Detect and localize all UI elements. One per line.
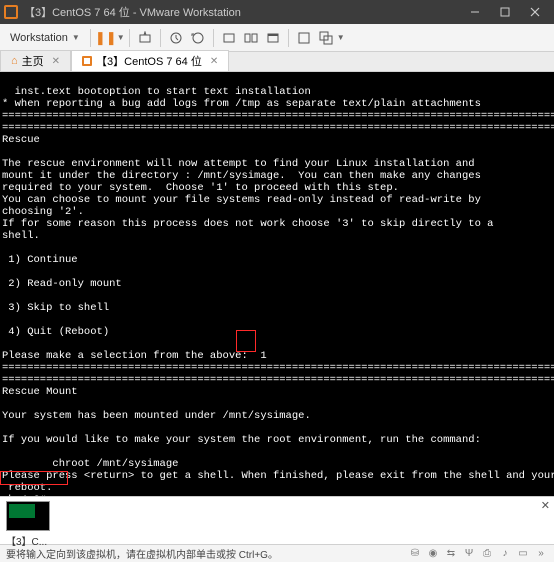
statusbar-hint: 要将输入定向到该虚拟机，请在虚拟机内部单击或按 Ctrl+G。 — [6, 546, 408, 561]
tabs: ⌂ 主页 ✕ 【3】CentOS 7 64 位 ✕ — [0, 52, 554, 72]
chevron-down-icon[interactable]: ▼ — [337, 33, 345, 42]
printer-icon[interactable]: ⎙ — [480, 548, 494, 559]
chevron-down-icon[interactable]: ▼ — [117, 33, 125, 42]
app-icon — [4, 5, 18, 19]
disk-icon[interactable]: ⛁ — [408, 548, 422, 559]
terminal[interactable]: inst.text bootoption to start text insta… — [0, 72, 554, 496]
close-icon[interactable]: ✕ — [210, 56, 218, 67]
tab-home[interactable]: ⌂ 主页 ✕ — [0, 50, 71, 71]
tab-label: 【3】CentOS 7 64 位 — [96, 53, 202, 69]
terminal-output: inst.text bootoption to start text insta… — [2, 86, 552, 496]
chevron-down-icon: ▼ — [72, 33, 80, 42]
maximize-button[interactable] — [490, 0, 520, 24]
statusbar-device-icons: ⛁ ◉ ⇆ Ψ ⎙ ♪ ▭ » — [408, 548, 548, 559]
workstation-menu[interactable]: Workstation ▼ — [4, 30, 86, 46]
pause-button[interactable]: ❚❚ — [95, 27, 117, 49]
tab-vm[interactable]: 【3】CentOS 7 64 位 ✕ — [71, 50, 229, 71]
thumbnail-caption: 【3】C... — [6, 533, 50, 548]
view-button[interactable] — [218, 27, 240, 49]
separator — [288, 29, 289, 47]
separator — [160, 29, 161, 47]
unity-button[interactable] — [262, 27, 284, 49]
thumbnail-bar: 【3】C... ✕ — [0, 496, 554, 544]
separator — [90, 29, 91, 47]
usb-icon[interactable]: Ψ — [462, 548, 476, 559]
minimize-button[interactable] — [460, 0, 490, 24]
home-icon: ⌂ — [11, 55, 18, 67]
close-button[interactable] — [520, 0, 550, 24]
close-icon[interactable]: ✕ — [52, 56, 60, 67]
vm-thumbnail[interactable]: 【3】C... — [6, 501, 50, 548]
statusbar: 要将输入定向到该虚拟机，请在虚拟机内部单击或按 Ctrl+G。 ⛁ ◉ ⇆ Ψ … — [0, 544, 554, 562]
screenshot-button[interactable] — [315, 27, 337, 49]
snapshot-manager-button[interactable] — [187, 27, 209, 49]
titlebar: 【3】CentOS 7 64 位 - VMware Workstation — [0, 0, 554, 24]
thumbnail-preview — [6, 501, 50, 531]
window-title: 【3】CentOS 7 64 位 - VMware Workstation — [24, 4, 460, 20]
sound-icon[interactable]: ♪ — [498, 548, 512, 559]
snapshot-button[interactable] — [165, 27, 187, 49]
toolbar: Workstation ▼ ❚❚ ▼ ▼ — [0, 24, 554, 52]
separator — [129, 29, 130, 47]
fullscreen-button[interactable] — [293, 27, 315, 49]
workstation-label: Workstation — [10, 32, 68, 44]
close-thumbnail-bar[interactable]: ✕ — [541, 499, 550, 512]
thumbnail-view-button[interactable] — [240, 27, 262, 49]
network-icon[interactable]: ⇆ — [444, 548, 458, 559]
tab-label: 主页 — [22, 53, 44, 69]
cd-icon[interactable]: ◉ — [426, 548, 440, 559]
separator — [213, 29, 214, 47]
send-button[interactable] — [134, 27, 156, 49]
highlight-selection — [236, 330, 256, 352]
chevron-icon[interactable]: » — [534, 548, 548, 559]
highlight-prompt — [0, 471, 68, 485]
display-icon[interactable]: ▭ — [516, 548, 530, 559]
vm-icon — [82, 56, 92, 66]
